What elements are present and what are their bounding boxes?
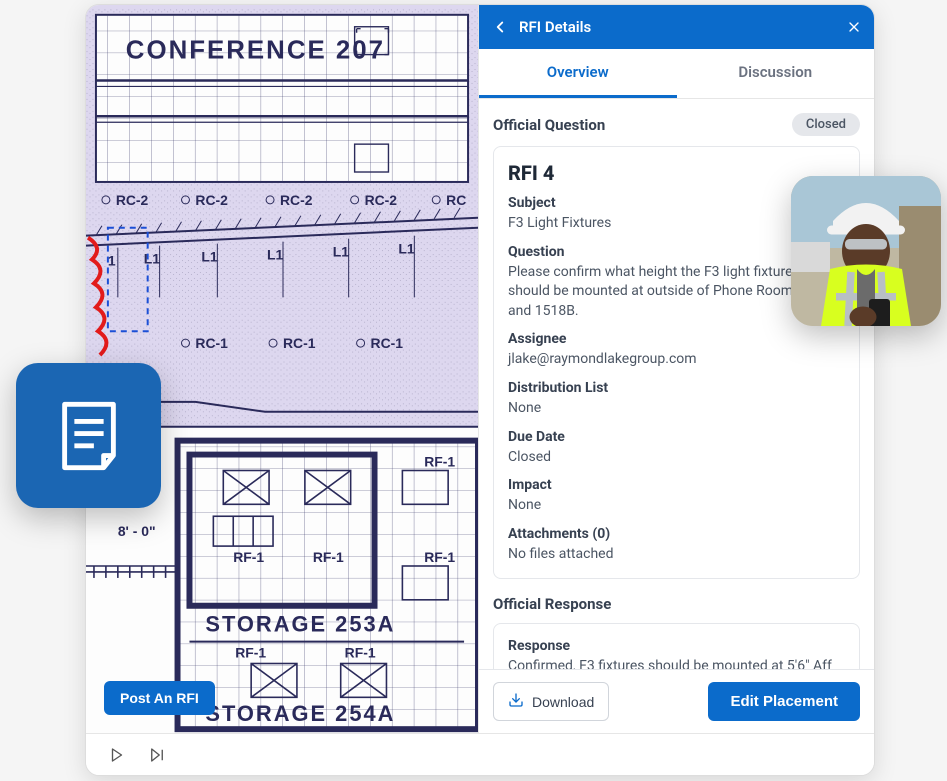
back-icon[interactable] <box>491 18 509 36</box>
label-attachments: Attachments (0) <box>508 526 845 542</box>
label-due: Due Date <box>508 429 845 445</box>
app-window: CONFERENCE 207 RC-2 RC-2 RC-2 RC-2 RC <box>85 4 875 776</box>
svg-text:RC-1: RC-1 <box>283 335 316 351</box>
value-due: Closed <box>508 448 845 468</box>
svg-text:RF-1: RF-1 <box>233 549 264 565</box>
rfi-number: RFI 4 <box>508 161 845 185</box>
svg-text:RF-1: RF-1 <box>313 549 344 565</box>
tabs: Overview Discussion <box>479 49 874 99</box>
svg-text:L1: L1 <box>398 241 414 257</box>
svg-text:RC: RC <box>446 192 466 208</box>
svg-text:RC-2: RC-2 <box>116 192 149 208</box>
document-icon <box>50 397 128 475</box>
svg-text:RC-1: RC-1 <box>195 335 228 351</box>
tab-discussion[interactable]: Discussion <box>677 49 875 98</box>
label-response: Response <box>508 638 845 654</box>
svg-text:RF-1: RF-1 <box>424 549 455 565</box>
svg-text:RF-1: RF-1 <box>235 645 266 661</box>
svg-text:L1: L1 <box>201 249 217 265</box>
panel-header: RFI Details <box>479 5 874 49</box>
value-attachments: No files attached <box>508 545 845 565</box>
edit-placement-button[interactable]: Edit Placement <box>708 682 860 721</box>
label-assignee: Assignee <box>508 331 845 347</box>
download-button[interactable]: Download <box>493 682 609 721</box>
transport-bar <box>86 733 874 775</box>
svg-text:STORAGE 254A: STORAGE 254A <box>205 701 395 726</box>
rfi-details-panel: RFI Details Overview Discussion Official… <box>478 5 874 733</box>
status-badge: Closed <box>792 113 860 136</box>
svg-text:RC-2: RC-2 <box>365 192 398 208</box>
panel-footer: Download Edit Placement <box>479 669 874 733</box>
value-impact: None <box>508 496 845 516</box>
skip-icon[interactable] <box>148 746 166 764</box>
document-app-icon <box>16 363 161 508</box>
svg-text:L1: L1 <box>333 244 349 260</box>
value-assignee: jlake@raymondlakegroup.com <box>508 350 845 370</box>
svg-text:RC-1: RC-1 <box>371 335 404 351</box>
svg-text:STORAGE 253A: STORAGE 253A <box>205 612 395 637</box>
play-icon[interactable] <box>108 746 126 764</box>
room-label-conference: CONFERENCE 207 <box>126 37 385 65</box>
response-card: Response Confirmed, F3 fixtures should b… <box>493 623 860 669</box>
download-label: Download <box>532 694 594 710</box>
value-distribution: None <box>508 399 845 419</box>
download-icon <box>508 692 524 711</box>
svg-text:RF-1: RF-1 <box>424 454 455 470</box>
svg-text:8' - 0": 8' - 0" <box>118 523 156 539</box>
svg-text:RF-1: RF-1 <box>345 645 376 661</box>
avatar-illustration <box>791 176 941 326</box>
close-icon[interactable] <box>846 19 862 35</box>
label-impact: Impact <box>508 477 845 493</box>
svg-text:1: 1 <box>108 253 116 269</box>
value-response: Confirmed, F3 fixtures should be mounted… <box>508 657 845 669</box>
avatar <box>791 176 941 326</box>
tab-overview[interactable]: Overview <box>479 49 677 98</box>
label-distribution: Distribution List <box>508 380 845 396</box>
post-rfi-button[interactable]: Post An RFI <box>104 681 215 715</box>
panel-title: RFI Details <box>519 18 836 36</box>
svg-text:L1: L1 <box>144 251 160 267</box>
content-row: CONFERENCE 207 RC-2 RC-2 RC-2 RC-2 RC <box>86 5 874 733</box>
svg-text:L1: L1 <box>267 247 283 263</box>
svg-text:RC-2: RC-2 <box>195 192 228 208</box>
section-official-question: Official Question <box>493 116 605 134</box>
section-official-response: Official Response <box>493 595 860 613</box>
svg-text:RC-2: RC-2 <box>280 192 313 208</box>
